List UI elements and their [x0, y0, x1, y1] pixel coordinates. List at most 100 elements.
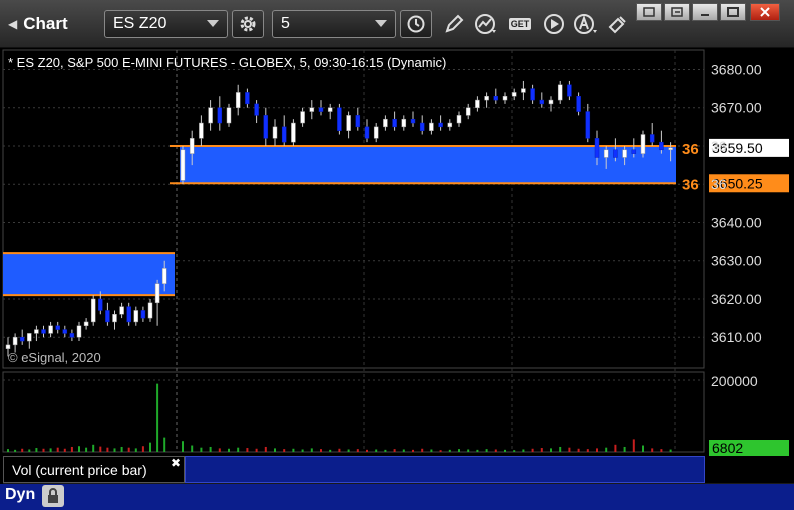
price-tick-label: 3680.00 [711, 61, 762, 77]
price-tick-label: 3620.00 [711, 291, 762, 307]
candle-body [98, 298, 103, 311]
current-zone [180, 145, 676, 184]
candle-body [34, 329, 39, 334]
candle-body [401, 118, 407, 128]
candle-body [12, 336, 18, 346]
candle-body [189, 138, 195, 154]
candle-body [438, 122, 443, 128]
candle-body [484, 96, 489, 101]
dynamic-mode-label[interactable]: Dyn [5, 486, 35, 504]
candle-body [383, 118, 388, 128]
last-volume-label: 6802 [712, 440, 743, 456]
candle-body [48, 325, 53, 334]
volume-study-label: Vol (current price bar) [12, 462, 147, 478]
candle-body [613, 149, 618, 158]
candle-body [69, 333, 75, 338]
candle-body [309, 107, 315, 112]
candle-body [263, 115, 269, 139]
candle-body [235, 92, 241, 108]
candle-body [90, 298, 96, 323]
candle-body [281, 126, 287, 143]
candle-body [161, 268, 167, 284]
candle-body [594, 138, 600, 158]
close-study-icon[interactable]: ✖ [171, 456, 181, 470]
lower-level-marker: 36 [682, 176, 699, 193]
candle-body [180, 149, 186, 181]
candle-body [112, 314, 117, 323]
candle-body [567, 84, 572, 97]
candle-body [548, 99, 554, 105]
price-tick-label: 3640.00 [711, 214, 762, 230]
candle-body [456, 115, 462, 124]
candle-body [119, 306, 124, 315]
candle-body [83, 321, 89, 326]
candle-body [585, 111, 591, 139]
candle-body [502, 96, 508, 101]
candle-body [364, 126, 370, 139]
candle-body [140, 310, 146, 319]
candle-body [217, 107, 223, 124]
candle-body [465, 107, 471, 116]
candle-body [576, 96, 581, 112]
candle-body [622, 149, 627, 158]
candle-body [493, 96, 499, 101]
candle-body [55, 325, 60, 330]
candle-body [557, 84, 563, 101]
lock-button[interactable] [42, 485, 64, 507]
candle-body [327, 107, 333, 112]
volume-panel [2, 371, 705, 453]
candle-body [659, 141, 664, 151]
candle-body [530, 88, 535, 101]
candle-body [603, 149, 609, 158]
candle-body [410, 118, 416, 124]
candle-body [62, 329, 68, 334]
candle-body [511, 92, 517, 97]
candle-body [147, 302, 153, 319]
candle-body [373, 126, 379, 139]
candle-body [199, 122, 204, 139]
candle-body [475, 99, 480, 108]
lock-icon [48, 488, 58, 503]
candle-body [19, 336, 25, 342]
price-tick-label: 3670.00 [711, 100, 762, 116]
candle-body [521, 88, 526, 93]
candle-body [41, 329, 46, 334]
candle-body [254, 103, 259, 116]
price-chart[interactable]: 3680.00 3670.00 3640.00 3630.00 3620.00 3610.… [0, 0, 794, 510]
candle-body [126, 306, 131, 323]
candle-body [649, 134, 655, 143]
candle-body [105, 310, 110, 323]
study-panel-bar [185, 456, 705, 483]
chart-info-label: * ES Z20, S&P 500 E-MINI FUTURES - GLOBE… [8, 55, 447, 70]
candle-body [27, 333, 32, 342]
volume-tick-label: 200000 [711, 373, 758, 389]
candle-body [245, 92, 250, 105]
chart-grid [2, 49, 705, 453]
upper-level-marker: 36 [682, 141, 699, 158]
candle-body [208, 107, 213, 124]
candle-body [5, 344, 11, 349]
candle-body [429, 122, 434, 131]
candle-body [154, 283, 160, 304]
price-tick-label: 3610.00 [711, 329, 762, 345]
candle-body [447, 122, 453, 128]
candle-body [291, 122, 296, 143]
footer-strip [0, 484, 794, 510]
price-tick-label: 3630.00 [711, 253, 762, 269]
volume-study-legend[interactable]: Vol (current price bar) [3, 456, 185, 483]
price-tick-partial: 36 [711, 176, 727, 192]
candle-body [419, 122, 425, 131]
candle-body [640, 134, 646, 154]
candle-body [226, 107, 232, 124]
candle-body [631, 149, 637, 154]
prior-zone [3, 253, 175, 296]
candle-body [392, 118, 397, 128]
candle-body [300, 111, 305, 124]
candle-body [346, 115, 351, 131]
candle-body [272, 126, 278, 139]
candle-body [355, 115, 361, 128]
candle-body [76, 325, 82, 338]
candle-body [133, 310, 139, 323]
candle-body [337, 107, 342, 131]
candle-body [668, 147, 673, 151]
